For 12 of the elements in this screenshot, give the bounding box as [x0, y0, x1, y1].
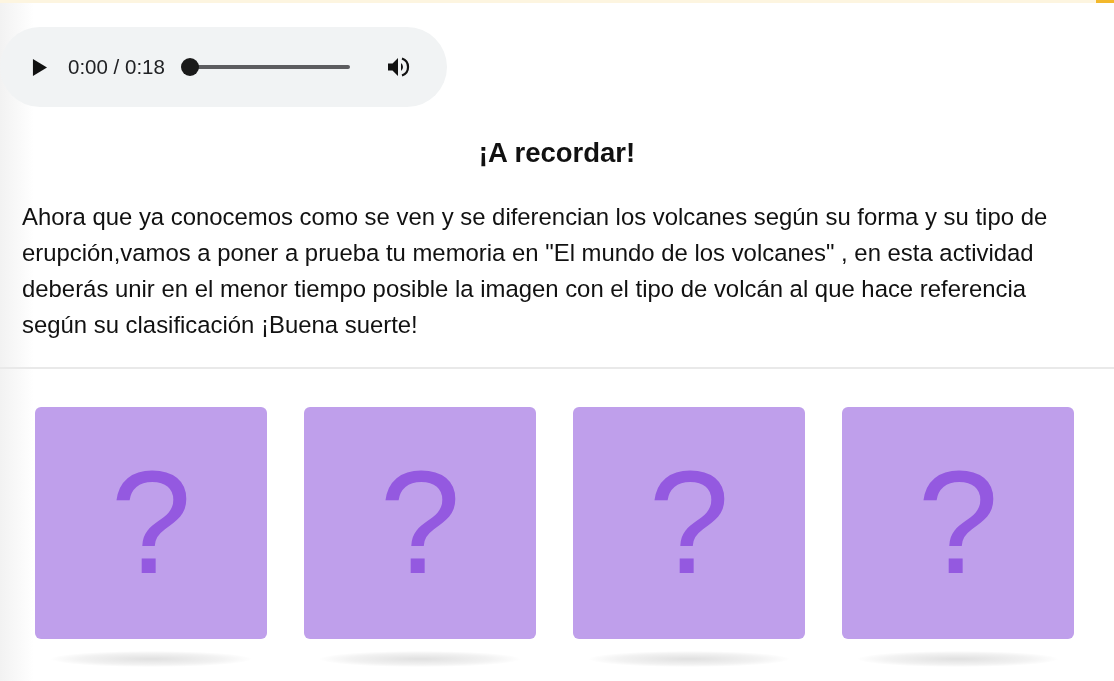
- memory-card[interactable]: ?: [842, 407, 1074, 639]
- banner-edge: [1096, 0, 1114, 3]
- speaker-icon: [385, 55, 410, 79]
- memory-card[interactable]: ?: [35, 407, 267, 639]
- memory-card[interactable]: ?: [304, 407, 536, 639]
- instructions-paragraph: Ahora que ya conocemos como se ven y se diferencian los volcanes según su forma y su tipo de erupción,vamos a poner a prueba tu memoria en "El mundo de los volcanes" , en esta actividad deberás unir en el menor tiempo posible la imagen con el tipo de volcán al que hace referencia según su clasificación ¡Buena suerte!: [21, 202, 1049, 340]
- play-icon: [31, 58, 47, 76]
- memory-card[interactable]: ?: [573, 407, 805, 639]
- section-heading: ¡A recordar!: [477, 139, 637, 167]
- slider-thumb[interactable]: [180, 58, 199, 76]
- time-display: 0:00 / 0:18: [68, 55, 165, 79]
- volume-button[interactable]: [385, 55, 410, 79]
